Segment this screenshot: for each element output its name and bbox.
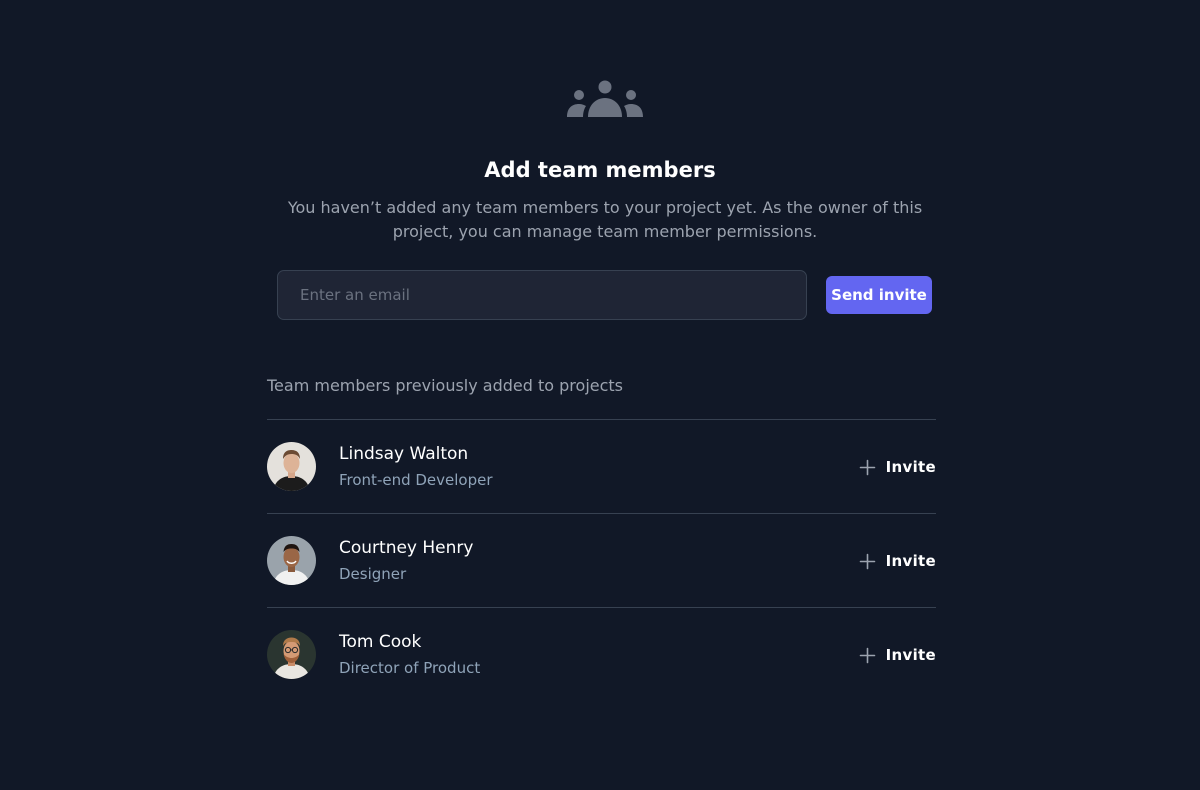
section-heading: Team members previously added to project…: [267, 376, 624, 395]
invite-label: Invite: [885, 458, 936, 476]
page-subtitle: You haven’t added any team members to yo…: [287, 198, 923, 241]
user-group-icon: [567, 80, 643, 117]
member-role: Designer: [339, 565, 407, 583]
team-member-list: Lindsay Walton Front-end Developer Invit…: [267, 419, 936, 701]
list-item: Tom Cook Director of Product Invite: [267, 608, 936, 701]
email-input[interactable]: [277, 270, 807, 320]
page-title: Add team members: [484, 158, 716, 182]
member-name: Tom Cook: [339, 632, 422, 652]
member-name: Courtney Henry: [339, 538, 474, 558]
plus-icon: [859, 553, 875, 569]
list-item: Lindsay Walton Front-end Developer Invit…: [267, 420, 936, 514]
list-item: Courtney Henry Designer Invite: [267, 514, 936, 608]
add-team-members-page: Add team members You haven’t added any t…: [0, 0, 1200, 790]
member-name: Lindsay Walton: [339, 444, 469, 464]
invite-label: Invite: [885, 646, 936, 664]
plus-icon: [859, 647, 875, 663]
avatar: [267, 536, 316, 585]
invite-button[interactable]: Invite: [859, 642, 936, 668]
member-role: Front-end Developer: [339, 471, 493, 489]
invite-button[interactable]: Invite: [859, 548, 936, 574]
send-invite-button[interactable]: Send invite: [826, 276, 932, 314]
invite-button[interactable]: Invite: [859, 454, 936, 480]
invite-label: Invite: [885, 552, 936, 570]
avatar: [267, 630, 316, 679]
avatar: [267, 442, 316, 491]
plus-icon: [859, 459, 875, 475]
member-role: Director of Product: [339, 659, 481, 677]
